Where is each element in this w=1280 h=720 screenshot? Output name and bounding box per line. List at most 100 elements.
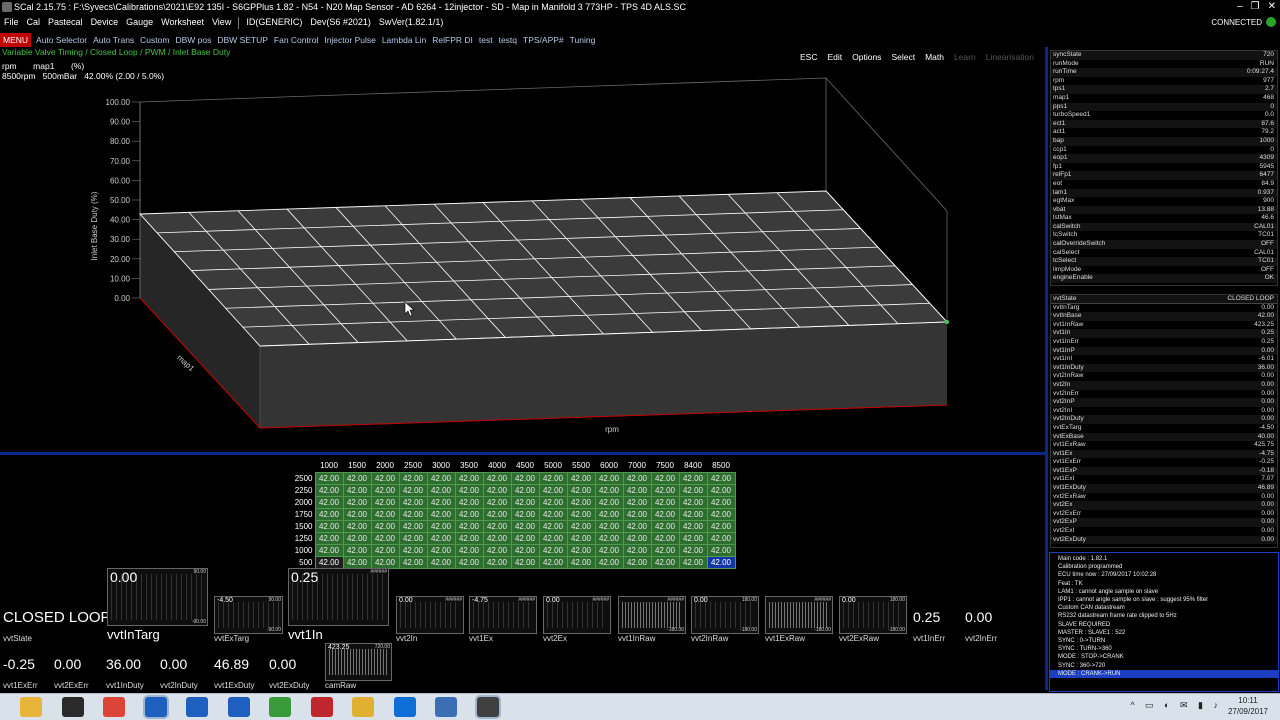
live-data-row[interactable]: vvt1InP 0.00: [1051, 346, 1277, 356]
live-data-row[interactable]: vvt1InRaw 423.25: [1051, 321, 1277, 330]
live-data-row[interactable]: vvt1ExRaw 425.75: [1051, 441, 1277, 450]
table-cell[interactable]: 42.00: [370, 507, 400, 521]
table-cell[interactable]: 42.00: [510, 483, 540, 497]
table-cell[interactable]: 42.00: [594, 519, 624, 533]
chrome-icon[interactable]: [103, 697, 125, 717]
table-cell[interactable]: 42.00: [678, 507, 708, 521]
table-cell[interactable]: 42.00: [342, 507, 372, 521]
map-3d-surface[interactable]: [139, 190, 949, 347]
scal-icon[interactable]: [144, 697, 167, 717]
table-cell[interactable]: 42.00: [594, 471, 624, 485]
live-data-row[interactable]: vvtState CLOSED LOOP: [1051, 295, 1277, 304]
table-cell[interactable]: 42.00: [650, 531, 680, 545]
table-column-header[interactable]: 5000: [539, 460, 567, 472]
table-cell[interactable]: 42.00: [594, 531, 624, 545]
table-column-header[interactable]: 8500: [707, 460, 735, 472]
live-data-row[interactable]: vvt1InDuty 36.00: [1051, 363, 1277, 373]
live-data-row[interactable]: vvt1In 0.25: [1051, 329, 1277, 338]
vvt1-ex-raw-gauge[interactable]: ###### -180.00: [765, 596, 833, 634]
tab-auto-trans[interactable]: Auto Trans: [90, 33, 137, 47]
vvt-in-targ-gauge[interactable]: 0.00 90.00 -90.00: [107, 568, 208, 626]
table-cell[interactable]: 42.00: [594, 543, 624, 557]
live-data-row[interactable]: calSelect CAL01: [1051, 249, 1277, 258]
horizontal-splitter[interactable]: [0, 452, 1046, 455]
live-data-row[interactable]: lam1 0.937: [1051, 188, 1277, 198]
table-cell[interactable]: 42.00: [678, 495, 708, 509]
table-cell[interactable]: 42.00: [454, 507, 484, 521]
table-cell[interactable]: 42.00: [510, 531, 540, 545]
table-cell[interactable]: 42.00: [370, 471, 400, 485]
table-cell[interactable]: 42.00: [482, 543, 512, 557]
table-column-header[interactable]: 6000: [595, 460, 623, 472]
table-cell[interactable]: 42.00: [398, 519, 428, 533]
table-cell[interactable]: 42.00: [482, 531, 512, 545]
live-data-row[interactable]: rpm 977: [1051, 77, 1277, 86]
live-data-row[interactable]: fp1 5945: [1051, 163, 1277, 172]
table-cell[interactable]: 42.00: [650, 543, 680, 557]
clock-time[interactable]: 10:11: [1228, 696, 1268, 705]
table-cell[interactable]: 42.00: [398, 507, 428, 521]
table-cell[interactable]: 42.00: [510, 555, 540, 569]
table-row-header[interactable]: 1500: [285, 520, 315, 532]
live-data-row[interactable]: bap 1000: [1051, 136, 1277, 146]
tab-auto-selector[interactable]: Auto Selector: [33, 33, 90, 47]
table-cell[interactable]: 42.00: [342, 483, 372, 497]
table-column-header[interactable]: 7000: [623, 460, 651, 472]
live-data-row[interactable]: vvt1ExErr -0.25: [1051, 458, 1277, 467]
table-cell[interactable]: 42.00: [510, 495, 540, 509]
live-data-row[interactable]: vvtExTarg -4.50: [1051, 424, 1277, 433]
vvt2-in-gauge[interactable]: 0.00 ######: [396, 596, 464, 634]
live-data-row[interactable]: vvtInBase 42.00: [1051, 312, 1277, 321]
tab-custom[interactable]: Custom: [137, 33, 172, 47]
live-data-row[interactable]: vvtExBase 40.00: [1051, 432, 1277, 442]
outlook-icon[interactable]: [435, 697, 457, 717]
table-cell[interactable]: 42.00: [454, 483, 484, 497]
tab-lambda-lin[interactable]: Lambda Lin: [379, 33, 429, 47]
scal-icon[interactable]: [227, 697, 250, 717]
live-data-row[interactable]: runMode RUN: [1051, 60, 1277, 69]
scal-icon[interactable]: [186, 697, 208, 717]
file-explorer-icon[interactable]: [20, 697, 42, 717]
table-cell[interactable]: 42.00: [594, 555, 624, 569]
table-cell[interactable]: 42.00: [706, 483, 736, 497]
teamviewer-icon[interactable]: [393, 697, 416, 717]
table-cell[interactable]: 42.00: [510, 519, 540, 533]
table-cell[interactable]: 42.00: [594, 483, 624, 497]
table-cell[interactable]: 42.00: [678, 555, 708, 569]
table-cell[interactable]: 42.00: [454, 471, 484, 485]
table-cell[interactable]: 42.00: [314, 531, 344, 545]
ecu-message-log[interactable]: Main code : 1.82.1 Calibration programmed…: [1049, 552, 1279, 692]
map-3d-view[interactable]: 100.00 90.00 80.00 70.00 60.00 50.00 40.00 30.0…: [0, 60, 1040, 450]
menu-file[interactable]: File: [0, 14, 23, 30]
live-data-row[interactable]: vvt2InP 0.00: [1051, 398, 1277, 407]
table-cell[interactable]: 42.00: [650, 483, 680, 497]
table-row-header[interactable]: 1750: [285, 508, 315, 520]
table-cell[interactable]: 42.00: [622, 519, 652, 533]
table-cell[interactable]: 42.00: [454, 555, 484, 569]
table-row-header[interactable]: 1250: [285, 532, 315, 544]
vertical-splitter[interactable]: [1045, 47, 1048, 690]
table-column-header[interactable]: 7500: [651, 460, 679, 472]
table-cell[interactable]: 42.00: [538, 483, 568, 497]
menu-pastecal[interactable]: Pastecal: [44, 14, 87, 30]
restore-button[interactable]: ❐: [1251, 0, 1260, 14]
tab-fan-control[interactable]: Fan Control: [271, 33, 321, 47]
table-cell[interactable]: 42.00: [314, 471, 344, 485]
table-cell[interactable]: 42.00: [398, 495, 428, 509]
live-data-row[interactable]: runTime 0:09:27.4: [1051, 68, 1277, 77]
table-cell[interactable]: 42.00: [566, 471, 596, 485]
table-cell[interactable]: 42.00: [342, 471, 372, 485]
table-cell[interactable]: 42.00: [622, 483, 652, 497]
breadcrumb[interactable]: Variable Valve Timing / Closed Loop / PW…: [2, 47, 230, 57]
live-data-row[interactable]: pps1 0: [1051, 102, 1277, 112]
table-cell[interactable]: 42.00: [622, 471, 652, 485]
table-cell[interactable]: 42.00: [426, 543, 456, 557]
table-cell[interactable]: 42.00: [510, 507, 540, 521]
vvt2-in-raw-gauge[interactable]: 0.00 180.00 -180.00: [691, 596, 759, 634]
tab-injector-pulse[interactable]: Injector Pulse: [321, 33, 379, 47]
menu-device[interactable]: Device: [87, 14, 123, 30]
table-cell[interactable]: 42.00: [622, 507, 652, 521]
table-cell[interactable]: 42.00: [510, 471, 540, 485]
live-data-row[interactable]: vvt1ExP -0.18: [1051, 466, 1277, 476]
live-data-row[interactable]: engineEnable OK: [1051, 274, 1277, 284]
